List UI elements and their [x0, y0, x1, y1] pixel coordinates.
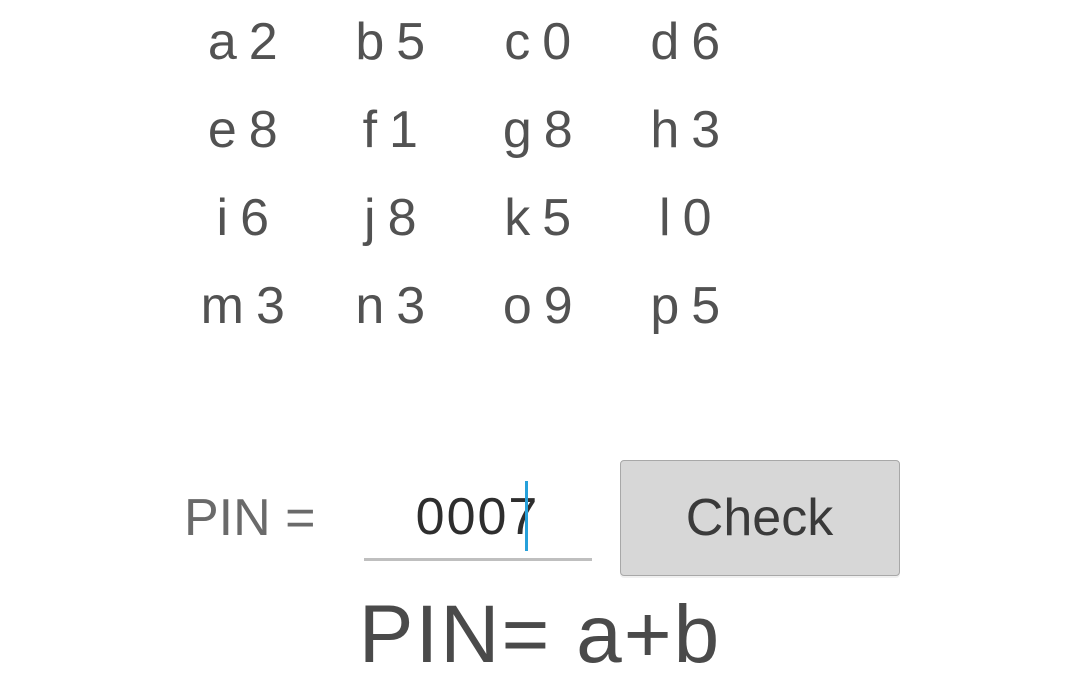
grid-cell-value: 0: [683, 189, 714, 247]
grid-cell-f: f1: [318, 100, 466, 160]
grid-cell-value: 2: [249, 13, 280, 71]
grid-cell-letter: e: [208, 101, 239, 159]
grid-cell-value: 3: [396, 277, 427, 335]
grid-cell-value: 5: [396, 13, 427, 71]
grid-cell-letter: b: [355, 13, 386, 71]
grid-cell-letter: m: [201, 277, 246, 335]
grid-row: i6 j8 k5 l0: [170, 188, 760, 276]
grid-cell-letter: n: [355, 277, 386, 335]
check-button-label: Check: [686, 488, 833, 548]
grid-cell-value: 3: [256, 277, 287, 335]
grid-cell-o: o9: [465, 276, 613, 336]
pin-grid: a2 b5 c0 d6 e8 f1 g8 h3 i6 j8 k5 l0 m3 n…: [0, 0, 760, 364]
grid-cell-value: 6: [691, 13, 722, 71]
formula-text: PIN= a+b: [0, 588, 1080, 682]
grid-cell-d: d6: [613, 12, 761, 72]
grid-cell-value: 0: [542, 13, 573, 71]
grid-cell-g: g8: [465, 100, 613, 160]
grid-cell-letter: o: [503, 277, 534, 335]
grid-row: a2 b5 c0 d6: [170, 12, 760, 100]
grid-cell-m: m3: [170, 276, 318, 336]
grid-cell-letter: d: [650, 13, 681, 71]
text-caret: [525, 481, 528, 551]
grid-cell-letter: k: [504, 189, 532, 247]
grid-cell-h: h3: [613, 100, 761, 160]
grid-cell-letter: c: [504, 13, 532, 71]
grid-cell-l: l0: [613, 188, 761, 248]
grid-cell-i: i6: [170, 188, 318, 248]
grid-cell-value: 5: [691, 277, 722, 335]
grid-cell-b: b5: [318, 12, 466, 72]
grid-cell-value: 8: [544, 101, 575, 159]
grid-cell-value: 5: [542, 189, 573, 247]
grid-cell-value: 1: [389, 101, 420, 159]
check-button[interactable]: Check: [620, 460, 900, 576]
pin-label: PIN =: [184, 488, 316, 548]
grid-cell-value: 8: [388, 189, 419, 247]
grid-cell-letter: g: [503, 101, 534, 159]
grid-cell-letter: a: [208, 13, 239, 71]
grid-cell-e: e8: [170, 100, 318, 160]
grid-cell-p: p5: [613, 276, 761, 336]
grid-cell-letter: h: [650, 101, 681, 159]
grid-cell-c: c0: [465, 12, 613, 72]
pin-input[interactable]: 0007: [364, 475, 592, 561]
grid-cell-letter: l: [659, 189, 673, 247]
grid-cell-value: 8: [249, 101, 280, 159]
grid-cell-j: j8: [318, 188, 466, 248]
grid-cell-n: n3: [318, 276, 466, 336]
pin-input-value: 0007: [416, 487, 540, 547]
grid-cell-letter: i: [217, 189, 231, 247]
grid-cell-letter: p: [650, 277, 681, 335]
grid-cell-k: k5: [465, 188, 613, 248]
grid-cell-value: 9: [544, 277, 575, 335]
grid-cell-value: 6: [240, 189, 271, 247]
pin-row: PIN = 0007 Check: [184, 460, 1080, 576]
grid-cell-a: a2: [170, 12, 318, 72]
grid-row: e8 f1 g8 h3: [170, 100, 760, 188]
grid-cell-letter: f: [363, 101, 379, 159]
grid-row: m3 n3 o9 p5: [170, 276, 760, 364]
grid-cell-letter: j: [364, 189, 378, 247]
grid-cell-value: 3: [691, 101, 722, 159]
